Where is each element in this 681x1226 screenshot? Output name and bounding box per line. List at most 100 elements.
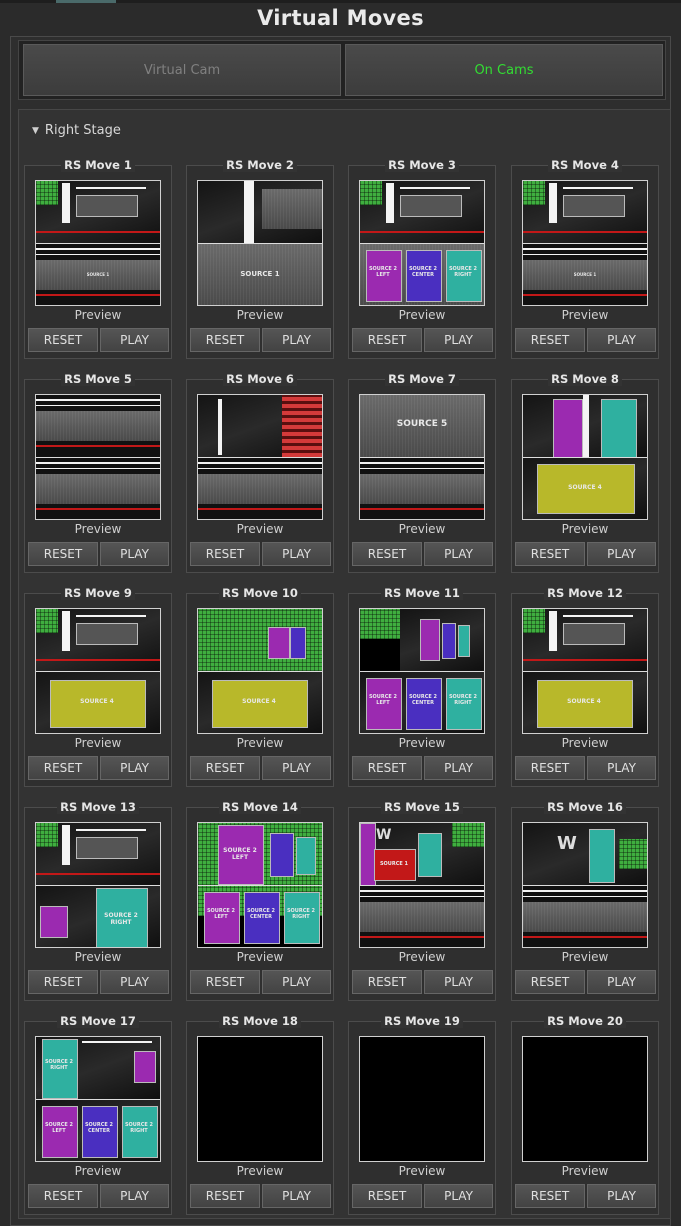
preview-label: Preview bbox=[236, 1164, 284, 1178]
play-button[interactable]: PLAY bbox=[262, 542, 331, 566]
move-preview-thumbnail[interactable]: SOURCE 4 bbox=[522, 394, 648, 520]
preview-label: Preview bbox=[561, 308, 609, 322]
page-title: Virtual Moves bbox=[257, 6, 424, 30]
preview-bottom-view: SOURCE 1 bbox=[36, 244, 160, 305]
move-preview-thumbnail[interactable]: SOURCE 4 bbox=[35, 608, 161, 734]
move-preview-thumbnail[interactable] bbox=[197, 1036, 323, 1162]
play-button[interactable]: PLAY bbox=[100, 328, 169, 352]
reset-button[interactable]: RESET bbox=[515, 328, 585, 352]
reset-button[interactable]: RESET bbox=[515, 756, 585, 780]
move-preview-thumbnail[interactable]: SOURCE 1 bbox=[522, 180, 648, 306]
move-card: RS Move 7 SOURCE 5 Preview RESET PLAY bbox=[348, 372, 496, 573]
on-cams-button[interactable]: On Cams bbox=[345, 44, 663, 96]
play-button[interactable]: PLAY bbox=[587, 542, 656, 566]
play-button[interactable]: PLAY bbox=[587, 970, 656, 994]
reset-button[interactable]: RESET bbox=[28, 542, 98, 566]
reset-button[interactable]: RESET bbox=[515, 542, 585, 566]
move-preview-thumbnail[interactable]: SOURCE 2 LEFT SOURCE 2 CENTER SOURCE 2 RIG… bbox=[359, 608, 485, 734]
play-button[interactable]: PLAY bbox=[424, 328, 493, 352]
preview-label: Preview bbox=[236, 736, 284, 750]
move-preview-thumbnail[interactable]: SOURCE 4 bbox=[522, 608, 648, 734]
preview-bottom-view: SOURCE 4 bbox=[523, 672, 647, 733]
top-strip-tab bbox=[56, 0, 116, 3]
preview-label: Preview bbox=[236, 522, 284, 536]
preview-bottom-view: SOURCE 1 bbox=[523, 244, 647, 305]
move-card: RS Move 4 SOURCE 1 Preview RESET PLAY bbox=[511, 158, 659, 359]
move-preview-thumbnail[interactable]: SOURCE 2 RIGHT SOURCE 2 LEFT SOURCE 2 CENT… bbox=[35, 1036, 161, 1162]
preview-bottom-view: SOURCE 4 bbox=[523, 458, 647, 519]
reset-button[interactable]: RESET bbox=[190, 328, 260, 352]
play-button[interactable]: PLAY bbox=[424, 970, 493, 994]
reset-button[interactable]: RESET bbox=[352, 1184, 422, 1208]
preview-label: Preview bbox=[561, 522, 609, 536]
move-preview-thumbnail[interactable]: SOURCE 2 LEFT SOURCE 2 LEFT SOURCE 2 CENTE… bbox=[197, 822, 323, 948]
preview-top-view bbox=[360, 609, 484, 671]
move-title: RS Move 1 bbox=[25, 158, 171, 172]
move-card: RS Move 12 SOURCE 4 Preview RESET PLAY bbox=[511, 586, 659, 787]
preview-label: Preview bbox=[236, 308, 284, 322]
move-preview-thumbnail[interactable] bbox=[359, 1036, 485, 1162]
play-button[interactable]: PLAY bbox=[262, 970, 331, 994]
virtual-cam-button[interactable]: Virtual Cam bbox=[23, 44, 341, 96]
reset-button[interactable]: RESET bbox=[352, 756, 422, 780]
preview-bottom-view: SOURCE 2 LEFT SOURCE 2 CENTER SOURCE 2 RIG… bbox=[360, 672, 484, 733]
play-button[interactable]: PLAY bbox=[100, 542, 169, 566]
move-title: RS Move 7 bbox=[349, 372, 495, 386]
play-button[interactable]: PLAY bbox=[424, 542, 493, 566]
preview-label: Preview bbox=[398, 736, 446, 750]
play-button[interactable]: PLAY bbox=[424, 756, 493, 780]
top-strip bbox=[0, 0, 681, 3]
reset-button[interactable]: RESET bbox=[190, 542, 260, 566]
panel-text: SOURCE 2 CENTER bbox=[84, 1122, 114, 1134]
reset-button[interactable]: RESET bbox=[515, 1184, 585, 1208]
move-preview-thumbnail[interactable]: SOURCE 2 LEFT SOURCE 2 CENTER SOURCE 2 RIG… bbox=[359, 180, 485, 306]
reset-button[interactable]: RESET bbox=[28, 328, 98, 352]
preview-top-view bbox=[36, 181, 160, 243]
play-button[interactable]: PLAY bbox=[100, 970, 169, 994]
play-button[interactable]: PLAY bbox=[100, 1184, 169, 1208]
panel-text: SOURCE 2 LEFT bbox=[368, 266, 398, 278]
preview-top-view bbox=[36, 609, 160, 671]
play-button[interactable]: PLAY bbox=[587, 1184, 656, 1208]
reset-button[interactable]: RESET bbox=[515, 970, 585, 994]
preview-label: Preview bbox=[398, 308, 446, 322]
preview-top-view: SOURCE 2 LEFT bbox=[198, 823, 322, 885]
panel-text: SOURCE 2 LEFT bbox=[368, 694, 398, 706]
move-preview-thumbnail[interactable] bbox=[197, 394, 323, 520]
play-button[interactable]: PLAY bbox=[587, 756, 656, 780]
reset-button[interactable]: RESET bbox=[28, 756, 98, 780]
reset-button[interactable]: RESET bbox=[190, 756, 260, 780]
right-stage-header[interactable]: ▼ Right Stage bbox=[32, 123, 121, 138]
reset-button[interactable]: RESET bbox=[190, 970, 260, 994]
move-preview-thumbnail[interactable]: W bbox=[522, 822, 648, 948]
play-button[interactable]: PLAY bbox=[587, 328, 656, 352]
move-preview-thumbnail[interactable]: W SOURCE 1 bbox=[359, 822, 485, 948]
panel-text: SOURCE 2 LEFT bbox=[206, 908, 236, 920]
move-preview-thumbnail[interactable]: SOURCE 4 bbox=[197, 608, 323, 734]
play-button[interactable]: PLAY bbox=[262, 328, 331, 352]
play-button[interactable]: PLAY bbox=[262, 756, 331, 780]
panel-text: SOURCE 2 RIGHT bbox=[448, 266, 478, 278]
move-preview-thumbnail[interactable]: SOURCE 1 bbox=[35, 180, 161, 306]
move-title: RS Move 18 bbox=[187, 1014, 333, 1028]
move-card: RS Move 9 SOURCE 4 Preview RESET PLAY bbox=[24, 586, 172, 787]
move-card: RS Move 17 SOURCE 2 RIGHT SOURCE 2 LEFT SO… bbox=[24, 1014, 172, 1215]
preview-top-view bbox=[198, 181, 322, 243]
move-preview-thumbnail[interactable]: SOURCE 5 bbox=[359, 394, 485, 520]
panel-text: SOURCE 2 LEFT bbox=[44, 1122, 74, 1134]
reset-button[interactable]: RESET bbox=[28, 970, 98, 994]
play-button[interactable]: PLAY bbox=[262, 1184, 331, 1208]
reset-button[interactable]: RESET bbox=[28, 1184, 98, 1208]
move-card: RS Move 5 Preview RESET PLAY bbox=[24, 372, 172, 573]
move-preview-thumbnail[interactable]: SOURCE 1 bbox=[197, 180, 323, 306]
move-preview-thumbnail[interactable]: SOURCE 2 RIGHT bbox=[35, 822, 161, 948]
move-preview-thumbnail[interactable] bbox=[522, 1036, 648, 1162]
reset-button[interactable]: RESET bbox=[352, 970, 422, 994]
reset-button[interactable]: RESET bbox=[352, 542, 422, 566]
play-button[interactable]: PLAY bbox=[100, 756, 169, 780]
preview-bottom-view: SOURCE 2 LEFT SOURCE 2 CENTER SOURCE 2 RIG… bbox=[360, 244, 484, 305]
play-button[interactable]: PLAY bbox=[424, 1184, 493, 1208]
reset-button[interactable]: RESET bbox=[190, 1184, 260, 1208]
reset-button[interactable]: RESET bbox=[352, 328, 422, 352]
move-preview-thumbnail[interactable] bbox=[35, 394, 161, 520]
